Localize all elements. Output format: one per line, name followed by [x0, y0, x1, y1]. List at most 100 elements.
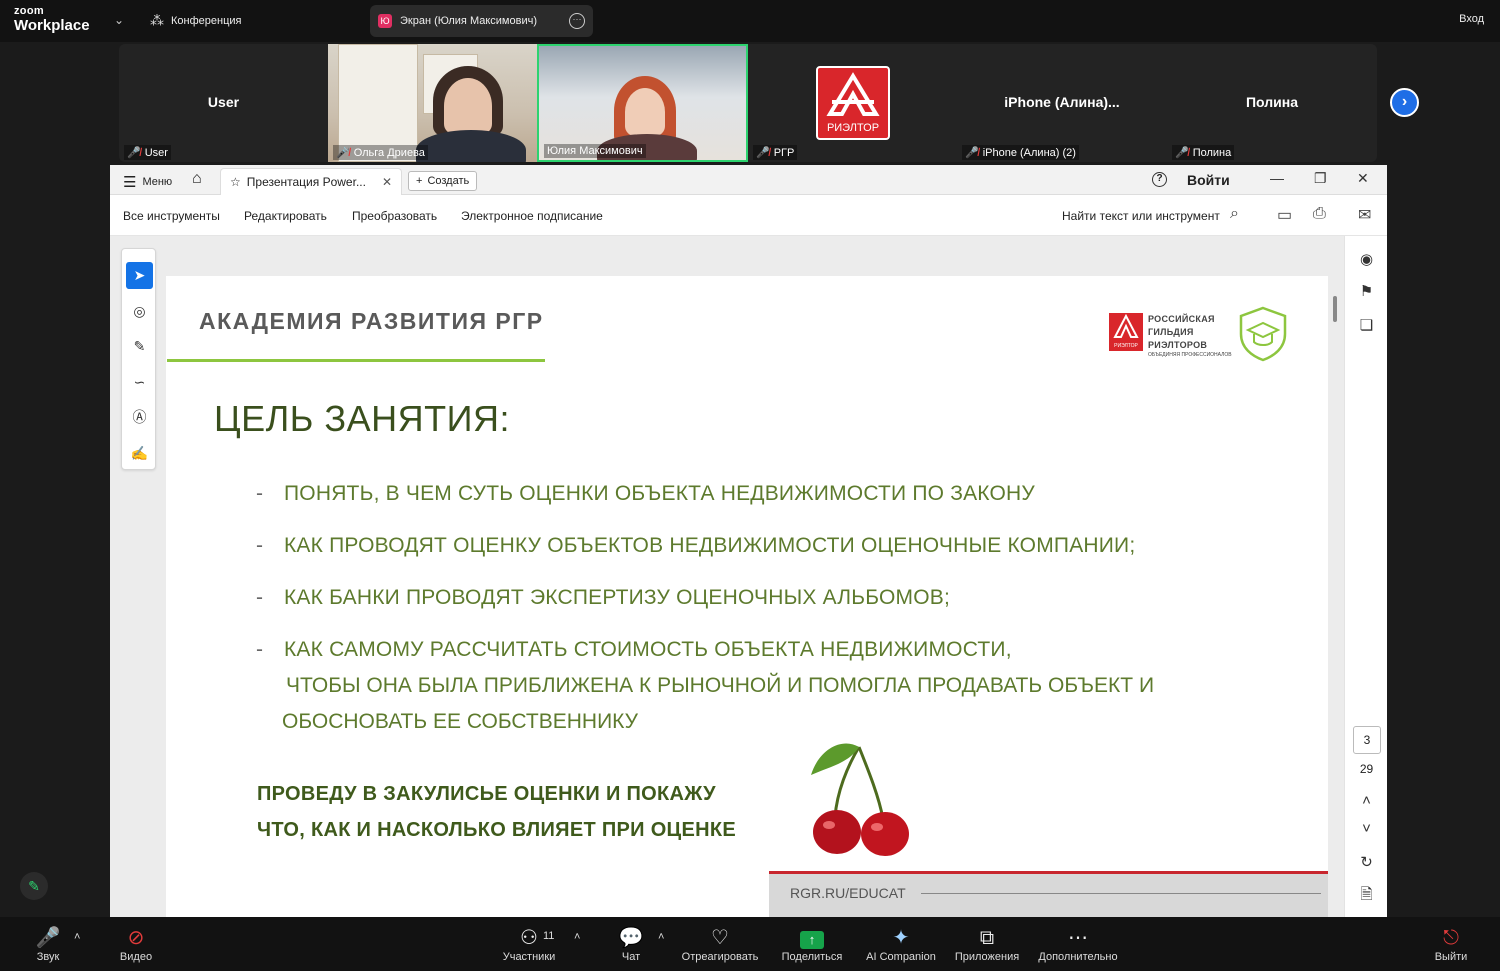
mic-muted-icon: 🎤̸	[336, 147, 350, 159]
highlight-line1: ПРОВЕДУ В ЗАКУЛИСЬЕ ОЦЕНКИ И ПОКАЖУ	[257, 783, 716, 805]
text-box-icon[interactable]: Ⓐ	[126, 404, 153, 431]
help-icon[interactable]: ?	[1152, 172, 1167, 187]
next-page-icon[interactable]: ˅	[1345, 820, 1388, 837]
apps-icon: ⧉	[979, 927, 995, 949]
close-tab-icon[interactable]: ✕	[382, 175, 392, 189]
leave-door-icon: ⎋	[1443, 927, 1459, 949]
bullet-text: КАК САМОМУ РАССЧИТАТЬ СТОИМОСТЬ ОБЪЕКТА …	[284, 638, 1012, 661]
participant-video-tile[interactable]: 🎤̸ Ольга Дриева	[328, 44, 537, 162]
brand-subtitle: ОБЪЕДИНЯЯ ПРОФЕССИОНАЛОВ	[1148, 352, 1232, 358]
video-button[interactable]: ⊘ Видео	[112, 925, 160, 963]
quick-tools-panel: ➤ ◎ ✎ ∽ Ⓐ ✍	[121, 248, 156, 470]
ai-companion-button[interactable]: ✦ AI Companion	[862, 925, 940, 963]
footer-url: RGR.RU/EDUCAT	[790, 885, 906, 901]
participant-tile[interactable]: iPhone (Алина)... 🎤̸ iPhone (Алина) (2)	[957, 44, 1167, 162]
bookmark-icon[interactable]: ⚑	[1345, 282, 1388, 300]
share-label: Поделиться	[781, 951, 843, 963]
participant-label-text: User	[144, 146, 168, 159]
ai-assistant-icon[interactable]: ◉	[1345, 250, 1388, 268]
email-icon[interactable]: ✉	[1358, 205, 1371, 225]
academy-shield-icon	[1239, 306, 1287, 362]
document-tab[interactable]: ☆ Презентация Power... ✕	[220, 168, 402, 195]
participant-tile[interactable]: Полина 🎤̸ Полина	[1167, 44, 1377, 162]
freehand-draw-icon[interactable]: ∽	[126, 369, 153, 396]
signin-button[interactable]: Войти	[1187, 172, 1230, 188]
brand-line3: РИЭЛТОРОВ	[1148, 340, 1208, 350]
leave-button[interactable]: ⎋ Выйти	[1430, 925, 1472, 963]
menu-button[interactable]: ☰ Меню	[123, 173, 172, 191]
audio-options-caret-icon[interactable]: ˄	[74, 931, 80, 943]
mic-muted-icon: 🎤̸	[127, 147, 141, 159]
mic-muted-icon: 🎤̸	[965, 147, 979, 159]
participants-options-caret-icon[interactable]: ˄	[574, 931, 580, 943]
print-icon[interactable]: ⎙	[1313, 205, 1326, 223]
search-icon[interactable]: ⌕	[1230, 205, 1239, 223]
avatar-logo-text: РИЭЛТОР	[826, 122, 880, 134]
mic-muted-icon: 🎤̸	[1175, 147, 1189, 159]
plus-icon: +	[416, 175, 423, 187]
pages-icon[interactable]: ❏	[1345, 316, 1388, 334]
previous-page-icon[interactable]: ˄	[1345, 792, 1388, 809]
acrobat-toolbar: Все инструменты Редактировать Преобразов…	[110, 195, 1387, 236]
login-link[interactable]: Вход	[1459, 13, 1484, 25]
vertical-scrollbar[interactable]	[1333, 296, 1337, 322]
active-speaker-video-tile[interactable]: Юлия Максимович	[537, 44, 748, 162]
participant-name-label: Юлия Максимович	[544, 144, 646, 158]
bullet-continuation: ЧТОБЫ ОНА БЫЛА ПРИБЛИЖЕНА К РЫНОЧНОЙ И П…	[286, 674, 1155, 697]
annotate-pen-icon[interactable]: ✎	[20, 872, 48, 900]
highlight-line2: ЧТО, КАК И НАСКОЛЬКО ВЛИЯЕТ ПРИ ОЦЕНКЕ	[257, 819, 736, 841]
star-icon[interactable]: ☆	[230, 175, 241, 189]
current-page-input[interactable]: 3	[1353, 726, 1381, 754]
screen-share-indicator[interactable]: Ю Экран (Юлия Максимович) ···	[370, 5, 593, 37]
goal-bullet: - КАК БАНКИ ПРОВОДЯТ ЭКСПЕРТИЗУ ОЦЕНОЧНЫХ…	[256, 586, 951, 609]
toolbar-convert[interactable]: Преобразовать	[352, 209, 437, 223]
goal-bullet: - ПОНЯТЬ, В ЧЕМ СУТЬ ОЦЕНКИ ОБЪЕКТА НЕДВИ…	[256, 482, 1035, 505]
refresh-icon[interactable]: ↻	[1345, 853, 1388, 871]
chat-button[interactable]: 💬 Чат	[612, 925, 650, 963]
chat-options-caret-icon[interactable]: ˄	[658, 931, 664, 943]
comment-icon[interactable]: ◎	[126, 298, 153, 325]
zoom-top-bar: zoom Workplace ⌄ ⁂ Конференция Ю Экран (…	[0, 0, 1500, 42]
apps-button[interactable]: ⧉ Приложения	[951, 925, 1023, 963]
title-underline	[167, 359, 545, 362]
close-window-icon[interactable]: ✕	[1357, 170, 1369, 187]
brand-logo-text: РИЭЛТОР	[1114, 343, 1138, 349]
zoom-logo[interactable]: zoom Workplace	[14, 6, 90, 34]
create-button[interactable]: + Создать	[408, 171, 478, 191]
highlight-pen-icon[interactable]: ✎	[126, 333, 153, 360]
react-button[interactable]: ♡ Отреагировать	[679, 925, 761, 963]
save-icon[interactable]: ▭	[1277, 205, 1292, 225]
participant-name-label: 🎤̸ Полина	[1172, 145, 1235, 160]
right-side-rail: ◉ ⚑ ❏ 3 29 ˄ ˅ ↻ 🗎	[1344, 236, 1387, 917]
toolbar-all-tools[interactable]: Все инструменты	[123, 209, 220, 223]
toolbar-esign[interactable]: Электронное подписание	[461, 209, 603, 223]
chevron-down-icon[interactable]: ⌄	[114, 13, 124, 27]
toolbar-edit[interactable]: Редактировать	[244, 209, 327, 223]
more-options-icon[interactable]: ···	[569, 13, 585, 29]
restore-icon[interactable]: ❐	[1314, 170, 1327, 187]
mic-muted-icon: 🎤	[35, 927, 61, 949]
share-screen-button[interactable]: ↑ Поделиться	[779, 925, 845, 963]
select-cursor-icon[interactable]: ➤	[126, 262, 153, 289]
participant-center-name: Полина	[1245, 94, 1298, 110]
meeting-info-button[interactable]: ⁂ Конференция	[150, 12, 241, 29]
sign-icon[interactable]: ✍	[126, 440, 153, 467]
document-settings-icon[interactable]: 🗎	[1345, 884, 1388, 909]
find-tool-label[interactable]: Найти текст или инструмент	[1062, 209, 1220, 223]
minimize-icon[interactable]: —	[1270, 170, 1284, 186]
total-pages: 29	[1359, 762, 1374, 776]
audio-button[interactable]: 🎤 Звук	[28, 925, 68, 963]
home-icon[interactable]: ⌂	[192, 170, 202, 188]
brand-line1: РОССИЙСКАЯ	[1148, 314, 1215, 324]
sparkle-icon: ✦	[892, 927, 910, 949]
participant-label-text: Ольга Дриева	[353, 146, 425, 159]
participants-strip: User 🎤̸ User 🎤̸ Ольга Дриева Юлия Максим…	[119, 44, 1377, 162]
next-page-arrow-icon[interactable]: ›	[1390, 88, 1419, 117]
participant-name-label: 🎤̸ РГР	[753, 145, 798, 160]
bullet-text: КАК БАНКИ ПРОВОДЯТ ЭКСПЕРТИЗУ ОЦЕНОЧНЫХ …	[284, 586, 951, 609]
hamburger-icon: ☰	[123, 174, 137, 191]
participant-tile[interactable]: User 🎤̸ User	[119, 44, 328, 162]
more-button[interactable]: ⋯ Дополнительно	[1034, 925, 1122, 963]
more-label: Дополнительно	[1038, 951, 1118, 963]
presentation-slide: АКАДЕМИЯ РАЗВИТИЯ РГР РИЭЛТОР РОССИЙСКАЯ…	[166, 276, 1328, 917]
